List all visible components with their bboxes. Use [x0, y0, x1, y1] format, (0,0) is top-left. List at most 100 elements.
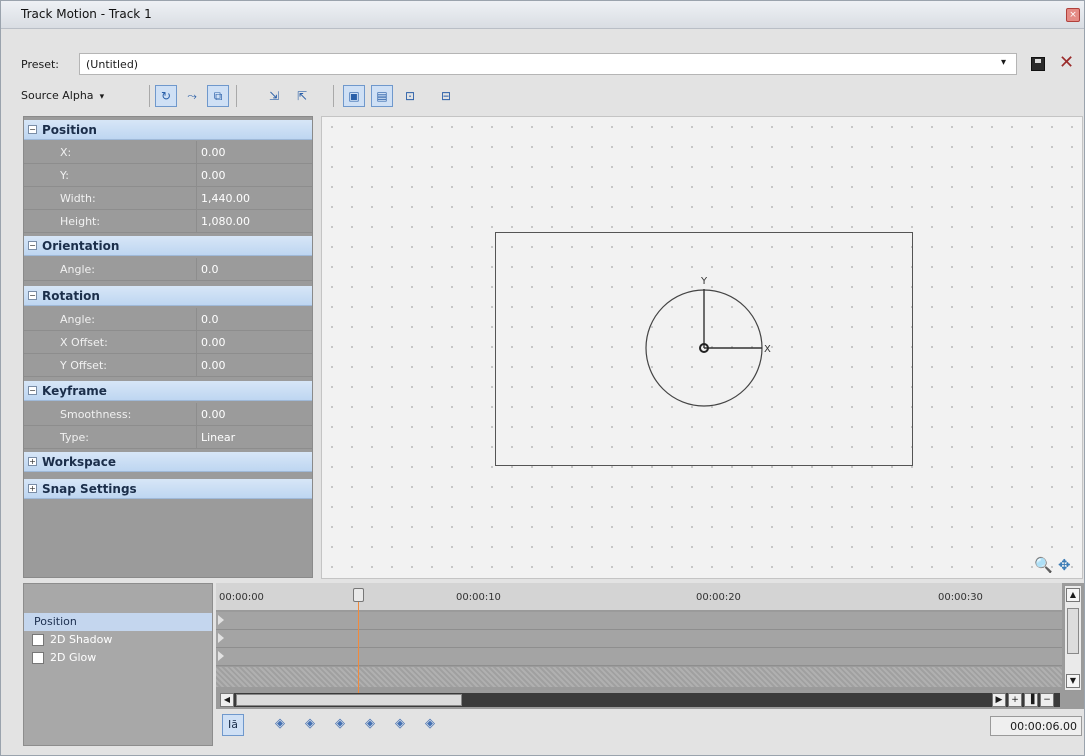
category-orientation[interactable]: − Orientation: [24, 236, 312, 256]
category-snap-settings[interactable]: + Snap Settings: [24, 479, 312, 499]
track-lane-position[interactable]: [216, 612, 1062, 630]
property-label: X Offset:: [60, 336, 108, 349]
property-row-height[interactable]: Height: 1,080.00: [24, 210, 312, 233]
category-position[interactable]: − Position: [24, 120, 312, 140]
ruler-label: 00:00:10: [456, 592, 501, 603]
timeline-horizontal-scrollbar[interactable]: ◀: [220, 693, 1060, 707]
keyframe-toolbar: Iā ◈ ◈ ◈ ◈ ◈ ◈ 00:00:06.00: [216, 709, 1084, 746]
category-title: Orientation: [42, 239, 120, 253]
zoom-icon[interactable]: 🔍: [1034, 556, 1053, 574]
category-workspace[interactable]: + Workspace: [24, 452, 312, 472]
ruler-label: 00:00:20: [696, 592, 741, 603]
lock-y-icon[interactable]: ⇱: [291, 85, 313, 107]
title-bar: Track Motion - Track 1 ×: [1, 1, 1084, 29]
property-value-x-offset[interactable]: 0.00: [196, 331, 312, 353]
property-label: Type:: [60, 431, 89, 444]
save-preset-icon[interactable]: [1031, 57, 1045, 71]
property-value-x[interactable]: 0.00: [196, 141, 312, 163]
playhead-line: [358, 595, 359, 693]
timeline-track-list: Position 2D Shadow 2D Glow: [23, 583, 213, 746]
window-title: Track Motion - Track 1: [21, 7, 152, 21]
track-item-position[interactable]: Position: [24, 613, 212, 631]
property-value-height[interactable]: 1,080.00: [196, 210, 312, 232]
ruler-label: 00:00:30: [938, 592, 983, 603]
property-row-y-offset[interactable]: Y Offset: 0.00: [24, 354, 312, 377]
property-row-type[interactable]: Type: Linear: [24, 426, 312, 449]
preset-combobox[interactable]: (Untitled): [79, 53, 1017, 75]
zoom-in-icon[interactable]: +: [1008, 693, 1022, 707]
property-row-width[interactable]: Width: 1,440.00: [24, 187, 312, 210]
view-front-icon[interactable]: ⊡: [399, 85, 421, 107]
zoom-out-icon[interactable]: −: [1040, 693, 1054, 707]
delete-preset-icon[interactable]: ✕: [1059, 52, 1074, 73]
property-value-smoothness[interactable]: 0.00: [196, 403, 312, 425]
property-value-y-offset[interactable]: 0.00: [196, 354, 312, 376]
scroll-down-icon[interactable]: ▼: [1066, 674, 1080, 688]
property-value-width[interactable]: 1,440.00: [196, 187, 312, 209]
scroll-left-icon[interactable]: ◀: [220, 693, 234, 707]
expand-icon[interactable]: +: [28, 484, 37, 493]
x-axis-label: X: [764, 344, 771, 355]
zoom-handle-icon[interactable]: ▐: [1024, 693, 1038, 707]
track-item-2d-shadow[interactable]: 2D Shadow: [24, 631, 212, 649]
last-keyframe-icon[interactable]: ◈: [422, 717, 438, 733]
enable-scale-icon[interactable]: ▤: [371, 85, 393, 107]
track-item-2d-glow[interactable]: 2D Glow: [24, 649, 212, 667]
collapse-icon[interactable]: −: [28, 386, 37, 395]
property-label: X:: [60, 146, 72, 159]
category-title: Rotation: [42, 289, 100, 303]
chevron-down-icon: ▾: [99, 92, 105, 102]
property-row-x[interactable]: X: 0.00: [24, 141, 312, 164]
property-label: Width:: [60, 192, 96, 205]
checkbox-2d-shadow[interactable]: [32, 634, 44, 646]
property-row-orientation-angle[interactable]: Angle: 0.0: [24, 258, 312, 281]
scroll-thumb[interactable]: [236, 694, 462, 706]
prev-keyframe-icon[interactable]: ◈: [302, 717, 318, 733]
scroll-right-icon[interactable]: ▶: [992, 693, 1006, 707]
scroll-up-icon[interactable]: ▲: [1066, 588, 1080, 602]
track-expand-arrow: [218, 615, 224, 625]
track-expand-arrow: [218, 651, 224, 661]
first-keyframe-icon[interactable]: ◈: [272, 717, 288, 733]
lock-x-icon[interactable]: ⇲: [263, 85, 285, 107]
collapse-icon[interactable]: −: [28, 291, 37, 300]
move-icon[interactable]: ✥: [1058, 556, 1071, 574]
property-value-type[interactable]: Linear: [196, 426, 312, 448]
next-keyframe-icon[interactable]: ◈: [392, 717, 408, 733]
motion-canvas[interactable]: Y X: [321, 116, 1083, 579]
toolbar-separator: [333, 85, 334, 107]
category-keyframe[interactable]: − Keyframe: [24, 381, 312, 401]
timeline-vertical-scrollbar[interactable]: ▲ ▼: [1064, 585, 1082, 691]
property-row-x-offset[interactable]: X Offset: 0.00: [24, 331, 312, 354]
property-row-rotation-angle[interactable]: Angle: 0.0: [24, 308, 312, 331]
track-lane-2d-glow[interactable]: [216, 648, 1062, 666]
timecode-field[interactable]: 00:00:06.00: [990, 716, 1082, 736]
preset-dropdown-icon[interactable]: ▾: [1001, 57, 1006, 68]
track-lane-2d-shadow[interactable]: [216, 630, 1062, 648]
snap-icon[interactable]: ⤳: [181, 85, 203, 107]
property-value-y[interactable]: 0.00: [196, 164, 312, 186]
close-window-button[interactable]: ×: [1066, 8, 1080, 22]
collapse-icon[interactable]: −: [28, 125, 37, 134]
property-value-rotation-angle[interactable]: 0.0: [196, 308, 312, 330]
property-row-y[interactable]: Y: 0.00: [24, 164, 312, 187]
add-keyframe-icon[interactable]: ◈: [332, 717, 348, 733]
delete-keyframe-icon[interactable]: ◈: [362, 717, 378, 733]
rotate-icon[interactable]: ↻: [155, 85, 177, 107]
prevent-move-icon[interactable]: ⧉: [207, 85, 229, 107]
property-label: Angle:: [60, 313, 96, 326]
view-side-icon[interactable]: ⊟: [435, 85, 457, 107]
time-ruler[interactable]: 00:00:00 00:00:10 00:00:20 00:00:30: [216, 583, 1062, 611]
checkbox-2d-glow[interactable]: [32, 652, 44, 664]
property-row-smoothness[interactable]: Smoothness: 0.00: [24, 403, 312, 426]
rotation-gizmo[interactable]: Y X: [322, 117, 1082, 578]
playhead-handle[interactable]: [353, 588, 364, 602]
property-value-orientation-angle[interactable]: 0.0: [196, 258, 312, 280]
sync-cursor-button[interactable]: Iā: [222, 714, 244, 736]
expand-icon[interactable]: +: [28, 457, 37, 466]
edit-object-space-icon[interactable]: ▣: [343, 85, 365, 107]
scroll-thumb[interactable]: [1067, 608, 1079, 654]
source-alpha-dropdown[interactable]: Source Alpha ▾: [21, 89, 104, 102]
category-rotation[interactable]: − Rotation: [24, 286, 312, 306]
collapse-icon[interactable]: −: [28, 241, 37, 250]
